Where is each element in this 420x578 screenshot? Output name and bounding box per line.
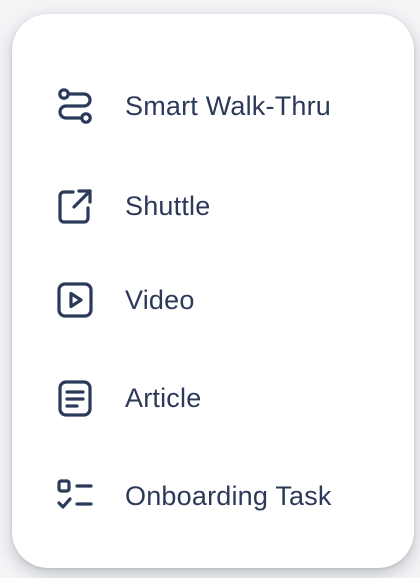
menu-item-video[interactable]: Video (12, 270, 414, 330)
content-type-menu: Smart Walk-Thru Shuttle Video Article On… (12, 14, 414, 568)
menu-item-shuttle[interactable]: Shuttle (12, 176, 414, 236)
menu-item-label: Shuttle (125, 190, 211, 221)
checklist-icon (52, 473, 98, 519)
route-icon (52, 83, 98, 129)
menu-item-smart-walk-thru[interactable]: Smart Walk-Thru (12, 76, 414, 136)
stage: Smart Walk-Thru Shuttle Video Article On… (0, 0, 420, 578)
menu-item-label: Article (125, 382, 202, 413)
menu-item-label: Onboarding Task (125, 480, 332, 511)
menu-item-label: Smart Walk-Thru (125, 90, 332, 121)
document-icon (52, 375, 98, 421)
menu-item-label: Video (125, 284, 195, 315)
menu-item-article[interactable]: Article (12, 368, 414, 428)
menu-item-onboarding-task[interactable]: Onboarding Task (12, 466, 414, 526)
external-link-icon (52, 183, 98, 229)
play-icon (52, 277, 98, 323)
